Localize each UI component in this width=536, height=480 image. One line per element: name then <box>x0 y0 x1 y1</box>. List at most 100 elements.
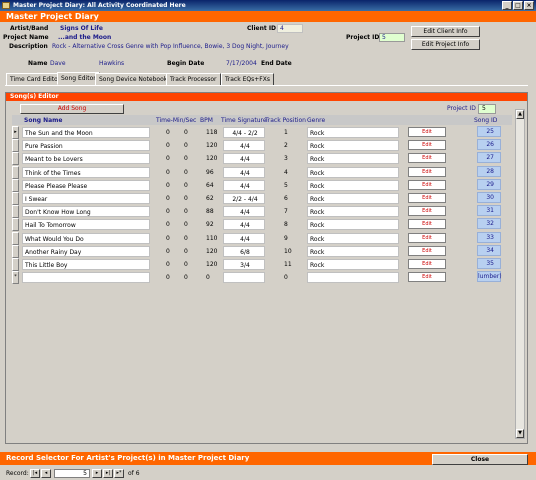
artist-value[interactable]: Signs Of Life <box>60 25 103 32</box>
song-row[interactable]: * 0 0 0 0 Edit lumber) <box>12 271 512 285</box>
time-signature-field[interactable]: 4/4 <box>223 166 265 178</box>
track-position-field[interactable]: 1 <box>284 127 288 138</box>
scroll-down-arrow[interactable]: ▼ <box>516 429 524 438</box>
minutes-field[interactable]: 0 <box>166 180 170 191</box>
row-selector[interactable]: ▸ <box>12 126 19 139</box>
genre-field[interactable]: Rock <box>307 127 399 138</box>
seconds-field[interactable]: 0 <box>184 259 188 270</box>
track-position-field[interactable]: 0 <box>284 272 288 283</box>
time-signature-field[interactable]: 4/4 <box>223 219 265 231</box>
seconds-field[interactable]: 0 <box>184 272 188 283</box>
song-row[interactable]: What Would You Do 0 0 110 4/4 9 Rock Edi… <box>12 231 512 245</box>
edit-song-button[interactable]: Edit <box>408 193 446 203</box>
row-selector[interactable] <box>12 178 19 192</box>
edit-song-button[interactable]: Edit <box>408 219 446 230</box>
song-name-field[interactable]: Think of the Times <box>22 166 150 178</box>
last-record-button[interactable]: ▸| <box>103 469 113 478</box>
song-row[interactable]: Pure Passion 0 0 120 4/4 2 Rock Edit 26 <box>12 139 512 153</box>
close-button[interactable]: Close <box>432 454 528 465</box>
minutes-field[interactable]: 0 <box>166 140 170 151</box>
edit-song-button[interactable]: Edit <box>408 245 446 256</box>
project-name-value[interactable]: ...and the Moon <box>58 34 111 41</box>
track-position-field[interactable]: 10 <box>284 246 292 257</box>
edit-song-button[interactable]: Edit <box>408 153 446 164</box>
song-name-field[interactable]: Meant to be Lovers <box>22 153 150 165</box>
first-record-button[interactable]: |◂ <box>30 469 40 478</box>
minutes-field[interactable]: 0 <box>166 272 170 283</box>
seconds-field[interactable]: 0 <box>184 140 188 151</box>
genre-field[interactable]: Rock <box>307 140 399 152</box>
minutes-field[interactable]: 0 <box>166 167 170 178</box>
begin-date-value[interactable]: 7/17/2004 <box>226 60 257 67</box>
song-name-field[interactable]: I Swear <box>22 193 150 204</box>
edit-song-button[interactable]: Edit <box>408 166 446 177</box>
track-position-field[interactable]: 4 <box>284 167 288 178</box>
song-row[interactable]: Think of the Times 0 0 96 4/4 4 Rock Edi… <box>12 165 512 179</box>
genre-field[interactable]: Rock <box>307 219 399 231</box>
seconds-field[interactable]: 0 <box>184 127 188 138</box>
row-selector[interactable] <box>12 244 19 258</box>
song-row[interactable]: Another Rainy Day 0 0 120 6/8 10 Rock Ed… <box>12 244 512 258</box>
tab-song-editor[interactable]: Song Editor <box>57 72 100 85</box>
row-selector[interactable] <box>12 205 19 219</box>
track-position-field[interactable]: 9 <box>284 233 288 244</box>
maximize-button[interactable]: □ <box>513 1 523 10</box>
seconds-field[interactable]: 0 <box>184 153 188 164</box>
song-name-field[interactable]: Another Rainy Day <box>22 245 150 257</box>
row-selector[interactable]: * <box>12 271 19 285</box>
time-signature-field[interactable]: 4/4 <box>223 153 265 165</box>
minutes-field[interactable]: 0 <box>166 219 170 230</box>
subform-project-id-field[interactable]: 5 <box>478 104 496 114</box>
song-row[interactable]: Hail To Tomorrow 0 0 92 4/4 8 Rock Edit … <box>12 218 512 232</box>
time-signature-field[interactable]: 4/4 <box>223 179 265 191</box>
time-signature-field[interactable]: 2/2 - 4/4 <box>223 193 265 204</box>
edit-song-button[interactable]: Edit <box>408 140 446 151</box>
genre-field[interactable]: Rock <box>307 232 399 244</box>
minutes-field[interactable]: 0 <box>166 127 170 138</box>
add-song-button[interactable]: Add Song <box>20 104 124 114</box>
song-name-field[interactable]: Don't Know How Long <box>22 206 150 218</box>
next-record-button[interactable]: ▸ <box>92 469 102 478</box>
edit-song-button[interactable]: Edit <box>408 272 446 283</box>
bpm-field[interactable]: 92 <box>206 219 214 230</box>
minutes-field[interactable]: 0 <box>166 193 170 204</box>
edit-song-button[interactable]: Edit <box>408 127 446 137</box>
bpm-field[interactable]: 110 <box>206 233 217 244</box>
row-selector[interactable] <box>12 165 19 179</box>
time-signature-field[interactable]: 4/4 <box>223 140 265 152</box>
track-position-field[interactable]: 8 <box>284 219 288 230</box>
minimize-button[interactable]: _ <box>502 1 512 10</box>
window-title-bar[interactable]: Master Project Diary: All Activity Coord… <box>0 0 536 11</box>
track-position-field[interactable]: 2 <box>284 140 288 151</box>
seconds-field[interactable]: 0 <box>184 219 188 230</box>
edit-song-button[interactable]: Edit <box>408 232 446 243</box>
minutes-field[interactable]: 0 <box>166 206 170 217</box>
seconds-field[interactable]: 0 <box>184 233 188 244</box>
song-name-field[interactable]: Pure Passion <box>22 140 150 152</box>
song-name-field[interactable]: Please Please Please <box>22 179 150 191</box>
song-row[interactable]: Don't Know How Long 0 0 88 4/4 7 Rock Ed… <box>12 205 512 219</box>
minutes-field[interactable]: 0 <box>166 233 170 244</box>
minutes-field[interactable]: 0 <box>166 246 170 257</box>
seconds-field[interactable]: 0 <box>184 167 188 178</box>
genre-field[interactable]: Rock <box>307 179 399 191</box>
record-number-input[interactable]: 5 <box>54 469 90 478</box>
song-row[interactable]: This Little Boy 0 0 120 3/4 11 Rock Edit… <box>12 258 512 271</box>
genre-field[interactable]: Rock <box>307 193 399 204</box>
time-signature-field[interactable]: 4/4 <box>223 232 265 244</box>
song-row[interactable]: Please Please Please 0 0 64 4/4 5 Rock E… <box>12 178 512 192</box>
song-name-field[interactable]: Hail To Tomorrow <box>22 219 150 231</box>
bpm-field[interactable]: 120 <box>206 246 217 257</box>
prev-record-button[interactable]: ◂ <box>41 469 51 478</box>
new-record-button[interactable]: ▸* <box>114 469 124 478</box>
song-name-field[interactable] <box>22 272 150 284</box>
genre-field[interactable]: Rock <box>307 245 399 257</box>
genre-field[interactable]: Rock <box>307 206 399 218</box>
project-id-field[interactable]: 5 <box>379 33 405 42</box>
song-name-field[interactable]: This Little Boy <box>22 259 150 270</box>
seconds-field[interactable]: 0 <box>184 206 188 217</box>
seconds-field[interactable]: 0 <box>184 246 188 257</box>
bpm-field[interactable]: 64 <box>206 180 214 191</box>
bpm-field[interactable]: 120 <box>206 259 217 270</box>
row-selector[interactable] <box>12 218 19 232</box>
